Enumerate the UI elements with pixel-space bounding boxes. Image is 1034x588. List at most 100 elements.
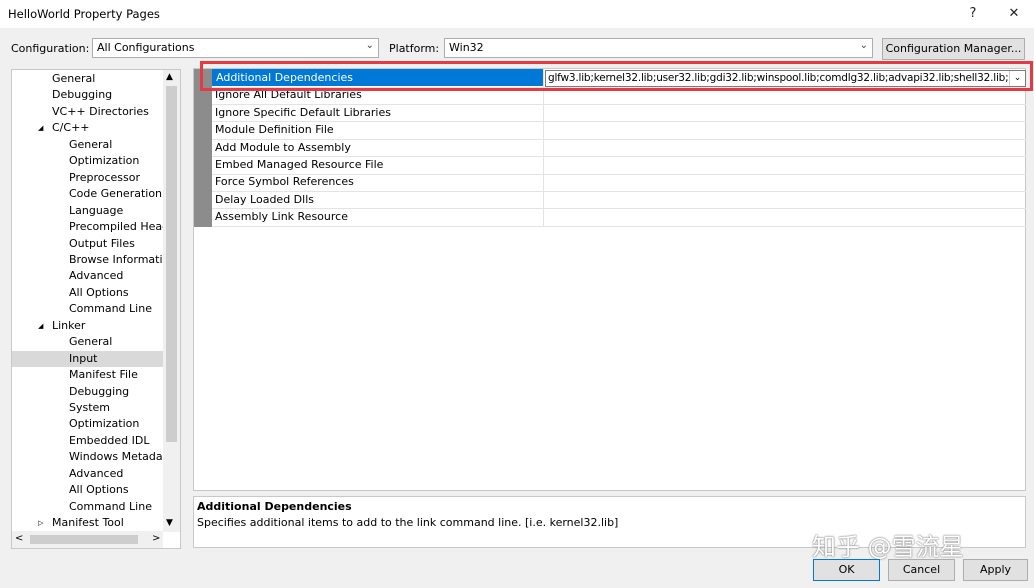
tree-item[interactable]: Debugging bbox=[12, 384, 164, 400]
property-name: Delay Loaded Dlls bbox=[215, 192, 314, 206]
tree-item-label: General bbox=[52, 72, 96, 85]
tree-item[interactable]: ◢ C/C++ bbox=[12, 120, 164, 136]
tree-item[interactable]: All Options bbox=[12, 285, 164, 301]
tree-item-label: Manifest File bbox=[69, 368, 138, 382]
property-name: Assembly Link Resource bbox=[215, 210, 348, 224]
tree-item[interactable]: All Options bbox=[12, 482, 164, 498]
configuration-manager-button[interactable]: Configuration Manager... bbox=[882, 38, 1025, 60]
scroll-left-icon[interactable]: < bbox=[15, 533, 23, 544]
category-tree[interactable]: General Debugging VC++ Directories ◢ C/C++ Ge… bbox=[11, 69, 181, 549]
tree-item-label: C/C++ bbox=[52, 121, 90, 135]
tree-item-label: Debugging bbox=[52, 88, 113, 102]
tree-item-label: Input bbox=[69, 351, 98, 365]
tree-item[interactable]: ▷ Manifest Tool bbox=[12, 515, 164, 531]
tree-item[interactable]: Browse Information bbox=[12, 252, 176, 268]
configuration-value: All Configurations bbox=[97, 41, 195, 54]
tree-item-label: General bbox=[69, 335, 113, 349]
tree-item-label: Command Line bbox=[69, 302, 152, 316]
collapse-icon[interactable]: ◢ bbox=[38, 120, 43, 136]
property-name: Force Symbol References bbox=[215, 175, 354, 189]
property-row[interactable]: Force Symbol References bbox=[212, 173, 1026, 192]
tree-item-label: All Options bbox=[69, 285, 129, 299]
tree-item[interactable]: Optimization bbox=[12, 416, 164, 432]
tree-item-label: Command Line bbox=[69, 499, 152, 513]
tree-item[interactable]: General bbox=[12, 137, 164, 153]
tree-item-label: Optimization bbox=[69, 154, 140, 168]
tree-item-label: Windows Metadata bbox=[69, 450, 174, 464]
tree-scroll-thumb[interactable] bbox=[166, 86, 177, 442]
tree-item[interactable]: Advanced bbox=[12, 268, 164, 284]
scroll-down-icon[interactable]: ▼ bbox=[166, 518, 173, 528]
help-button[interactable]: ? bbox=[962, 4, 984, 24]
column-divider bbox=[543, 121, 544, 139]
platform-label: Platform: bbox=[389, 42, 440, 55]
property-name: Embed Managed Resource File bbox=[215, 158, 384, 171]
property-name: Add Module to Assembly bbox=[215, 140, 351, 154]
property-row[interactable]: Assembly Link Resource bbox=[212, 208, 1026, 227]
collapse-icon[interactable]: ◢ bbox=[38, 318, 43, 334]
platform-dropdown[interactable]: Win32 ⌄ bbox=[444, 38, 873, 58]
property-name: Module Definition File bbox=[215, 123, 334, 137]
property-row[interactable]: Module Definition File bbox=[212, 121, 1026, 140]
platform-value: Win32 bbox=[449, 41, 484, 54]
tree-item-label: System bbox=[69, 401, 111, 414]
property-grid-gutter bbox=[194, 69, 212, 227]
property-row[interactable]: Ignore Specific Default Libraries bbox=[212, 103, 1026, 123]
description-text: Specifies additional items to add to the… bbox=[197, 516, 619, 529]
expand-icon[interactable]: ▷ bbox=[38, 515, 43, 531]
tree-item[interactable]: VC++ Directories bbox=[12, 104, 164, 120]
tree-item-label: Manifest Tool bbox=[52, 516, 124, 530]
tree-item[interactable]: Preprocessor bbox=[12, 170, 164, 186]
scroll-right-icon[interactable]: > bbox=[152, 533, 160, 544]
apply-button[interactable]: Apply bbox=[963, 559, 1028, 581]
column-divider bbox=[543, 138, 544, 157]
configuration-dropdown[interactable]: All Configurations ⌄ bbox=[92, 38, 379, 58]
tree-item[interactable]: Output Files bbox=[12, 236, 164, 252]
tree-item[interactable]: Command Line bbox=[12, 499, 164, 515]
scroll-up-icon[interactable]: ▲ bbox=[166, 72, 173, 82]
tree-item-label: Advanced bbox=[69, 269, 124, 283]
property-row[interactable]: Add Module to Assembly bbox=[212, 138, 1026, 158]
tree-item-label: Debugging bbox=[69, 384, 130, 398]
tree-item-label: Output Files bbox=[69, 236, 135, 250]
tree-item[interactable]: Optimization bbox=[12, 153, 164, 169]
chevron-down-icon: ⌄ bbox=[365, 40, 374, 51]
tree-item-label: General bbox=[69, 137, 113, 151]
tree-item[interactable]: General bbox=[12, 71, 164, 87]
tree-item[interactable]: Language bbox=[12, 203, 164, 219]
tree-item-label: Advanced bbox=[69, 466, 124, 480]
close-button[interactable]: ✕ bbox=[1003, 4, 1025, 24]
tree-hscroll-thumb[interactable] bbox=[30, 535, 138, 544]
description-title: Additional Dependencies bbox=[197, 500, 352, 513]
ok-button[interactable]: OK bbox=[813, 559, 880, 581]
tree-item[interactable]: Code Generation bbox=[12, 186, 164, 202]
property-row[interactable]: Embed Managed Resource File bbox=[212, 156, 1026, 175]
tree-item-label: Precompiled Heade bbox=[69, 220, 176, 234]
tree-item-label: Embedded IDL bbox=[69, 433, 150, 447]
tree-item[interactable]: Precompiled Heade bbox=[12, 219, 176, 235]
tree-item-label: All Options bbox=[69, 483, 129, 497]
tree-item[interactable]: Input bbox=[12, 350, 164, 367]
tree-item-label: Browse Information bbox=[69, 252, 177, 266]
tree-item[interactable]: Embedded IDL bbox=[12, 433, 164, 449]
watermark: 知乎 @雪流星 bbox=[812, 533, 964, 561]
tree-item[interactable]: Windows Metadata bbox=[12, 449, 174, 465]
column-divider bbox=[543, 173, 544, 191]
tree-item[interactable]: System bbox=[12, 400, 164, 416]
tree-item[interactable]: General bbox=[12, 334, 164, 350]
column-divider bbox=[543, 156, 544, 174]
tree-item[interactable]: Command Line bbox=[12, 301, 164, 317]
property-row[interactable]: Delay Loaded Dlls bbox=[212, 190, 1026, 210]
tree-item[interactable]: ◢ Linker bbox=[12, 318, 164, 334]
chevron-down-icon: ⌄ bbox=[859, 40, 868, 51]
highlight-box bbox=[200, 61, 1033, 91]
tree-item[interactable]: Manifest File bbox=[12, 367, 164, 383]
column-divider bbox=[543, 190, 544, 209]
cancel-button[interactable]: Cancel bbox=[888, 559, 955, 581]
tree-item[interactable]: Advanced bbox=[12, 466, 164, 482]
tree-item[interactable]: Debugging bbox=[12, 87, 164, 103]
window-title: HelloWorld Property Pages bbox=[8, 7, 160, 21]
tree-item-label: Optimization bbox=[69, 417, 140, 431]
tree-item-label: VC++ Directories bbox=[52, 104, 149, 118]
tree-item-label: Linker bbox=[52, 318, 86, 332]
